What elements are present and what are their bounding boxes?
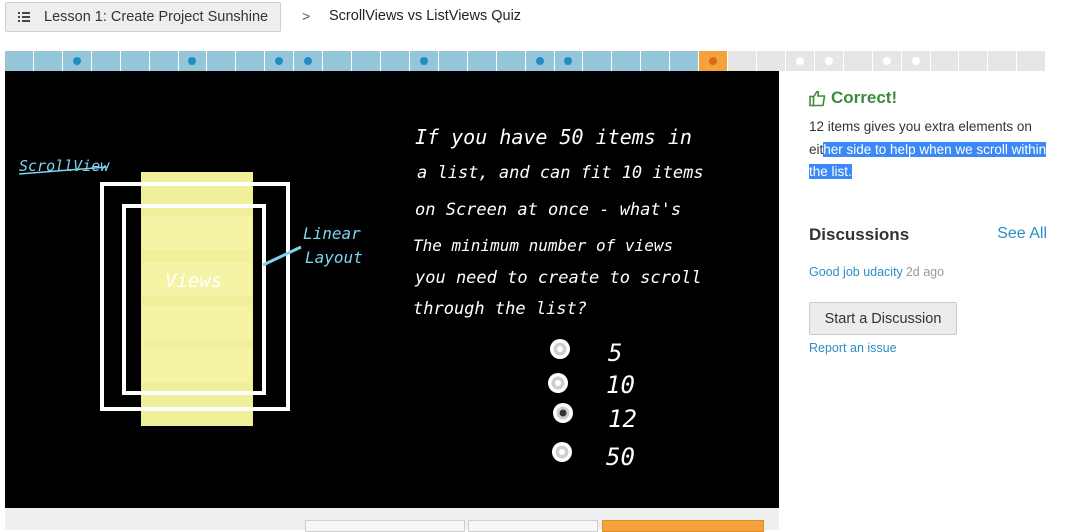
progress-segment[interactable] — [670, 51, 700, 71]
continue-button[interactable] — [602, 520, 764, 532]
progress-segment[interactable] — [467, 51, 497, 71]
view-item — [142, 348, 252, 382]
progress-segment[interactable] — [236, 51, 266, 71]
quiz-dot-icon — [882, 57, 891, 65]
control-button[interactable] — [305, 520, 465, 532]
quiz-dot-icon — [419, 57, 428, 65]
option-12-label: 12 — [608, 405, 637, 433]
page-title: ScrollViews vs ListViews Quiz — [329, 8, 522, 24]
progress-segment[interactable] — [496, 51, 526, 71]
progress-segment[interactable] — [699, 51, 729, 71]
progress-segment[interactable] — [178, 51, 208, 71]
progress-segment[interactable] — [265, 51, 295, 71]
progress-segment[interactable] — [988, 51, 1018, 71]
quiz-dot-icon — [535, 57, 544, 65]
explanation-selected-text: her side to help when we scroll within t… — [809, 141, 1047, 179]
progress-segment[interactable] — [207, 51, 237, 71]
progress-segment[interactable] — [1017, 51, 1047, 71]
quiz-dot-icon — [824, 57, 833, 65]
report-issue-link[interactable]: Report an issue — [809, 341, 897, 355]
answer-option[interactable]: 50 — [552, 442, 635, 471]
linear-layout-label-line1: Linear — [303, 224, 361, 243]
option-50-label: 50 — [606, 443, 635, 471]
progress-segment[interactable] — [930, 51, 960, 71]
quiz-dot-icon — [795, 57, 804, 65]
lesson-progress-bar — [5, 51, 1047, 71]
quiz-dot-icon — [275, 57, 284, 65]
question-line: a list, and can fit 10 items — [417, 163, 704, 183]
option-5-label: 5 — [608, 339, 622, 367]
quiz-dot-icon — [911, 57, 920, 65]
progress-segment[interactable] — [641, 51, 671, 71]
correct-heading: Correct! — [809, 88, 1049, 108]
answer-option-selected[interactable]: 12 — [553, 403, 637, 433]
start-discussion-button[interactable]: Start a Discussion — [809, 302, 957, 335]
discussions-header: Discussions See All — [809, 225, 1047, 245]
progress-segment[interactable] — [120, 51, 150, 71]
quiz-dot-icon — [188, 57, 197, 65]
thumbs-up-icon — [809, 90, 826, 107]
progress-segment[interactable] — [583, 51, 613, 71]
quiz-drawing: Views ScrollView Linear Layout If you ha… — [18, 125, 704, 471]
progress-segment[interactable] — [843, 51, 873, 71]
video-controls-strip — [5, 508, 779, 532]
progress-segment[interactable] — [62, 51, 92, 71]
answer-option[interactable]: 10 — [548, 371, 635, 399]
video-player[interactable]: Views ScrollView Linear Layout If you ha… — [5, 71, 779, 508]
progress-segment[interactable] — [872, 51, 902, 71]
quiz-dot-icon — [304, 57, 313, 65]
answer-explanation: 12 items gives you extra elements on eit… — [809, 116, 1047, 184]
list-icon — [18, 12, 30, 22]
scroll-content-strip — [141, 172, 253, 426]
progress-segment[interactable] — [5, 51, 34, 71]
progress-segment[interactable] — [959, 51, 989, 71]
option-10-label: 10 — [606, 371, 635, 399]
progress-segment[interactable] — [785, 51, 815, 71]
correct-label: Correct! — [831, 88, 898, 107]
linear-layout-label-line2: Layout — [305, 248, 363, 267]
progress-segment[interactable] — [438, 51, 468, 71]
discussion-item[interactable]: Good job udacity 2d ago — [809, 265, 944, 279]
view-item — [142, 216, 252, 250]
progress-segment[interactable] — [554, 51, 584, 71]
views-label: Views — [165, 270, 222, 292]
discussions-title: Discussions — [809, 225, 910, 244]
question-line: If you have 50 items in — [415, 125, 692, 149]
quiz-dot-icon — [709, 57, 718, 65]
discussion-time: 2d ago — [905, 265, 945, 279]
progress-segment[interactable] — [380, 51, 410, 71]
question-line: through the list? — [413, 299, 587, 319]
quiz-feedback-panel: Correct! 12 items gives you extra elemen… — [809, 88, 1049, 355]
see-all-link[interactable]: See All — [997, 225, 1047, 245]
progress-segment[interactable] — [149, 51, 179, 71]
control-button[interactable] — [468, 520, 598, 532]
progress-segment[interactable] — [612, 51, 642, 71]
question-line: The minimum number of views — [413, 236, 673, 255]
answer-option[interactable]: 5 — [550, 339, 622, 367]
progress-segment[interactable] — [814, 51, 844, 71]
question-line: you need to create to scroll — [414, 268, 702, 288]
progress-segment[interactable] — [901, 51, 931, 71]
lesson-button[interactable]: Lesson 1: Create Project Sunshine — [5, 2, 281, 32]
progress-segment[interactable] — [323, 51, 353, 71]
progress-segment[interactable] — [728, 51, 757, 71]
question-line: on Screen at once - what's — [415, 200, 681, 220]
progress-segment[interactable] — [409, 51, 439, 71]
quiz-dot-icon — [564, 57, 573, 65]
progress-segment[interactable] — [294, 51, 324, 71]
progress-segment[interactable] — [33, 51, 63, 71]
progress-segment[interactable] — [352, 51, 381, 71]
view-item — [142, 306, 252, 340]
lesson-button-label: Lesson 1: Create Project Sunshine — [44, 9, 269, 25]
progress-segment[interactable] — [91, 51, 121, 71]
question-text: If you have 50 items in a list, and can … — [413, 125, 704, 319]
progress-segment[interactable] — [525, 51, 555, 71]
linear-layout-pointer — [262, 245, 302, 267]
breadcrumb-separator: > — [302, 8, 311, 24]
progress-segment[interactable] — [756, 51, 786, 71]
discussion-link[interactable]: Good job udacity — [809, 265, 903, 279]
quiz-dot-icon — [72, 57, 81, 65]
